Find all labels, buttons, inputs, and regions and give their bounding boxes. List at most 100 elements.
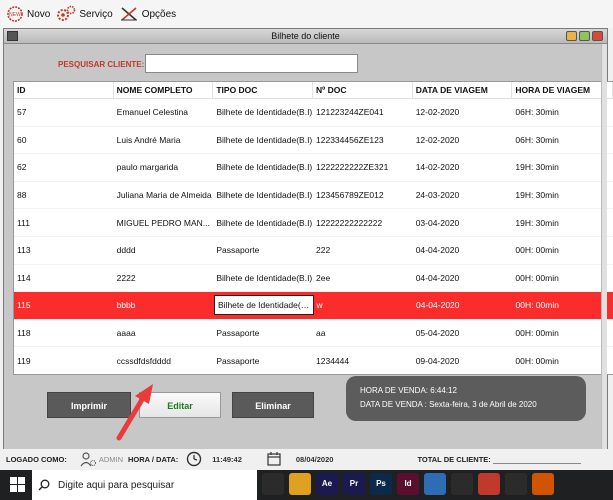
column-header-name[interactable]: NOME COMPLETO	[114, 82, 214, 98]
cell-doc-type[interactable]: Bilhete de Identidade(B.I)	[213, 190, 313, 200]
cell-doc-number[interactable]: 122334456ZE123	[313, 135, 413, 145]
cell-doc-number[interactable]: 123456789ZE012	[313, 190, 413, 200]
toolbar-service-button[interactable]: Serviço	[56, 5, 113, 23]
cell-id[interactable]: 111	[14, 218, 114, 228]
premiere-icon[interactable]: Pr	[343, 473, 365, 495]
taskbar-search[interactable]: Digite aqui para pesquisar	[32, 470, 257, 500]
opera-icon[interactable]	[478, 473, 500, 495]
cell-travel-time[interactable]: 00H: 00min	[512, 328, 613, 338]
cell-id[interactable]: 119	[14, 356, 114, 366]
close-button[interactable]	[592, 31, 603, 41]
cell-doc-type[interactable]: Passaporte	[213, 328, 313, 338]
cell-doc-number[interactable]: 222	[313, 245, 413, 255]
cell-id[interactable]: 57	[14, 107, 114, 117]
cell-id[interactable]: 113	[14, 245, 114, 255]
table-row[interactable]: 88 Juliana Maria de Almeida Bilhete de Ide…	[14, 182, 613, 210]
cell-name[interactable]: bbbb	[114, 300, 214, 310]
delete-button[interactable]: Eliminar	[232, 392, 314, 418]
cell-travel-date[interactable]: 14-02-2020	[413, 162, 513, 172]
taskbar-apps: Ae Pr Ps Id	[262, 473, 554, 495]
cell-doc-type[interactable]: Passaporte	[213, 245, 313, 255]
cell-doc-type[interactable]: Bilhete de Identidade(B.I)	[213, 135, 313, 145]
cell-doc-number[interactable]: 12222222222222	[313, 218, 413, 228]
cell-travel-time[interactable]: 06H: 30min	[512, 107, 613, 117]
column-header-id[interactable]: ID	[14, 82, 114, 98]
table-row[interactable]: 113 dddd Passaporte 222 04-04-2020 00H: 00min	[14, 237, 613, 265]
after-effects-icon[interactable]: Ae	[316, 473, 338, 495]
maximize-button[interactable]	[579, 31, 590, 41]
toolbar-new-button[interactable]: NEW Novo	[6, 5, 50, 23]
cell-doc-number[interactable]: 2ee	[313, 273, 413, 283]
cell-doc-type[interactable]: Bilhete de Identidade(B.I)	[213, 107, 313, 117]
column-header-travel-time[interactable]: HORA DE VIAGEM	[512, 82, 613, 98]
file-explorer-icon[interactable]	[289, 473, 311, 495]
table-row-selected[interactable]: 115 bbbb Bilhete de Identidade(B.I) w 04-04-…	[14, 292, 613, 320]
cell-doc-type[interactable]: Bilhete de Identidade(B.I)	[213, 218, 313, 228]
cell-travel-date[interactable]: 04-04-2020	[413, 300, 513, 310]
cell-travel-date[interactable]: 12-02-2020	[413, 107, 513, 117]
cell-travel-time[interactable]: 19H: 30min	[512, 218, 613, 228]
cell-travel-date[interactable]: 24-03-2020	[413, 190, 513, 200]
media-icon[interactable]	[532, 473, 554, 495]
task-view-icon[interactable]	[262, 473, 284, 495]
table-row[interactable]: 111 MIGUEL PEDRO MAN... Bilhete de Identid…	[14, 209, 613, 237]
cell-doc-type[interactable]: Bilhete de Identidade(B.I)	[213, 273, 313, 283]
cell-name[interactable]: MIGUEL PEDRO MAN...	[114, 218, 214, 228]
cell-name[interactable]: aaaa	[114, 328, 214, 338]
table-row[interactable]: 118 aaaa Passaporte aa 05-04-2020 00H: 00min	[14, 320, 613, 348]
table-row[interactable]: 57 Emanuel Celestina Bilhete de Identidade…	[14, 99, 613, 127]
cell-travel-time[interactable]: 19H: 30min	[512, 162, 613, 172]
netbeans-icon[interactable]	[424, 473, 446, 495]
chrome-icon[interactable]	[451, 473, 473, 495]
cell-travel-time[interactable]: 00H: 00min	[512, 245, 613, 255]
cell-travel-time[interactable]: 06H: 30min	[512, 135, 613, 145]
cell-travel-date[interactable]: 04-04-2020	[413, 245, 513, 255]
cell-doc-type[interactable]: Bilhete de Identidade(B.I)	[214, 295, 314, 316]
store-icon[interactable]	[505, 473, 527, 495]
table-row[interactable]: 114 2222 Bilhete de Identidade(B.I) 2ee 04-0…	[14, 265, 613, 293]
cell-doc-number[interactable]: aa	[313, 328, 413, 338]
cell-name[interactable]: 2222	[114, 273, 214, 283]
table-row[interactable]: 62 paulo margarida Bilhete de Identidade(B…	[14, 154, 613, 182]
cell-name[interactable]: paulo margarida	[114, 162, 214, 172]
toolbar-options-button[interactable]: Opções	[119, 5, 176, 23]
cell-doc-number[interactable]: 121223244ZE041	[313, 107, 413, 117]
cell-name[interactable]: Juliana Maria de Almeida	[114, 190, 214, 200]
cell-name[interactable]: Emanuel Celestina	[114, 107, 214, 117]
window-titlebar[interactable]: Bilhete do cliente	[4, 29, 607, 44]
cell-travel-time[interactable]: 00H: 00min	[512, 273, 613, 283]
cell-travel-date[interactable]: 05-04-2020	[413, 328, 513, 338]
cell-id[interactable]: 118	[14, 328, 114, 338]
cell-name[interactable]: dddd	[114, 245, 214, 255]
table-row[interactable]: 60 Luis André Maria Bilhete de Identidade(…	[14, 127, 613, 155]
cell-doc-number[interactable]: 1222222222ZE321	[313, 162, 413, 172]
cell-travel-date[interactable]: 04-04-2020	[413, 273, 513, 283]
cell-travel-date[interactable]: 09-04-2020	[413, 356, 513, 366]
cell-name[interactable]: ccssdfdsfdddd	[114, 356, 214, 366]
column-header-travel-date[interactable]: DATA DE VIAGEM	[413, 82, 513, 98]
cell-id[interactable]: 60	[14, 135, 114, 145]
cell-id[interactable]: 114	[14, 273, 114, 283]
cell-doc-number[interactable]: 1234444	[313, 356, 413, 366]
column-header-doc-type[interactable]: TIPO DOC	[213, 82, 314, 98]
cell-id[interactable]: 115	[14, 300, 114, 310]
cell-id[interactable]: 88	[14, 190, 114, 200]
table-row[interactable]: 119 ccssdfdsfdddd Passaporte 1234444 09-04-2…	[14, 347, 613, 374]
minimize-button[interactable]	[566, 31, 577, 41]
indesign-icon[interactable]: Id	[397, 473, 419, 495]
cell-travel-time[interactable]: 00H: 00min	[512, 356, 613, 366]
vertical-scrollbar[interactable]	[601, 44, 607, 449]
photoshop-icon[interactable]: Ps	[370, 473, 392, 495]
column-header-doc-number[interactable]: Nº DOC	[313, 82, 413, 98]
cell-id[interactable]: 62	[14, 162, 114, 172]
cell-name[interactable]: Luis André Maria	[114, 135, 214, 145]
cell-doc-type[interactable]: Bilhete de Identidade(B.I)	[213, 162, 313, 172]
cell-travel-time[interactable]: 19H: 30min	[512, 190, 613, 200]
search-input[interactable]	[145, 54, 358, 73]
cell-travel-time[interactable]: 00H: 00min	[513, 300, 613, 310]
cell-doc-type[interactable]: Passaporte	[213, 356, 313, 366]
windows-start-icon[interactable]	[10, 477, 25, 494]
cell-doc-number[interactable]: w	[314, 300, 414, 310]
cell-travel-date[interactable]: 03-04-2020	[413, 218, 513, 228]
cell-travel-date[interactable]: 12-02-2020	[413, 135, 513, 145]
